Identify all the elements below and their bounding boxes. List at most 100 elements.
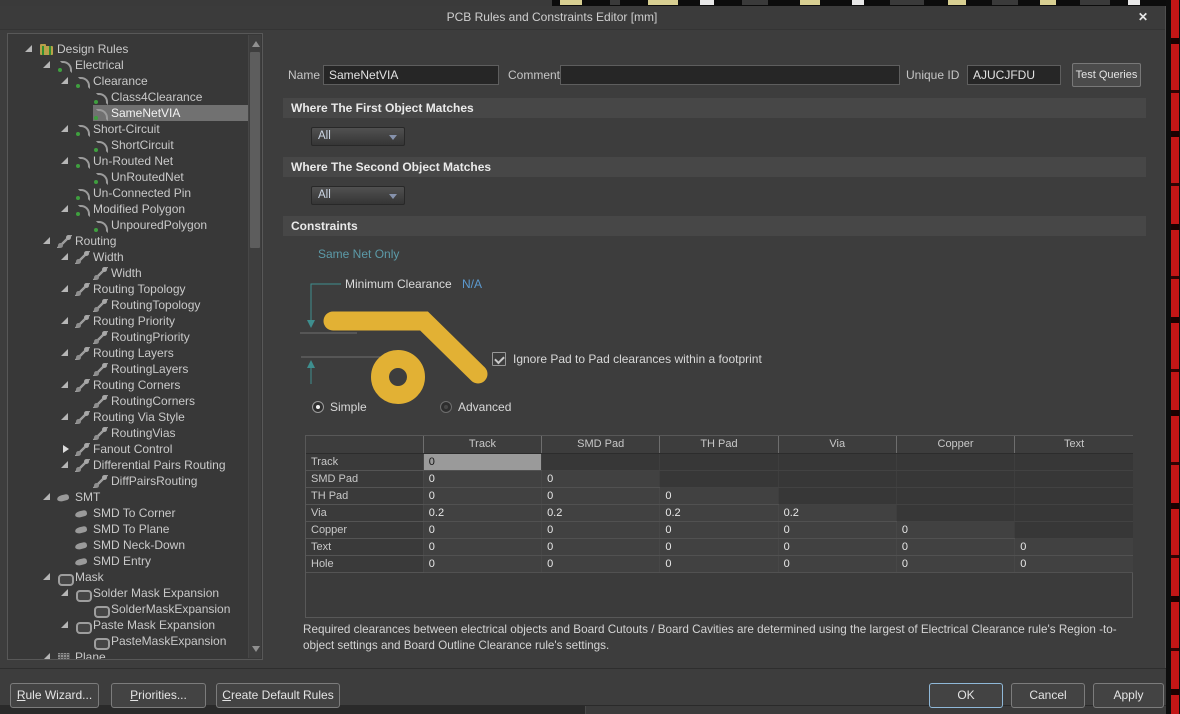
ignore-pad-checkbox[interactable] — [492, 352, 506, 366]
matrix-cell[interactable]: 0.2 — [660, 504, 778, 521]
tree-item-design-rules[interactable]: Design Rules — [8, 41, 248, 57]
tree-item-short-circuit[interactable]: Short-Circuit — [8, 121, 248, 137]
tree-item-plane[interactable]: Plane — [8, 649, 248, 660]
tree-item-routing-priority[interactable]: Routing Priority — [8, 313, 248, 329]
tree-scrollbar[interactable] — [248, 35, 261, 658]
matrix-cell[interactable]: 0.2 — [423, 504, 541, 521]
cancel-button[interactable]: Cancel — [1011, 683, 1085, 708]
matrix-cell[interactable] — [1015, 470, 1133, 487]
tree-item-width[interactable]: Width — [8, 249, 248, 265]
matrix-cell[interactable]: 0 — [1015, 555, 1133, 572]
tree-item-class4clearance[interactable]: Class4Clearance — [8, 89, 248, 105]
matrix-cell[interactable] — [896, 487, 1014, 504]
matrix-cell[interactable]: 0 — [423, 470, 541, 487]
matrix-cell[interactable] — [896, 453, 1014, 470]
rule-wizard-button[interactable]: Rule Wizard... — [10, 683, 99, 708]
matrix-cell[interactable]: 0 — [778, 521, 896, 538]
comment-input[interactable] — [560, 65, 900, 85]
tree-item-solder-mask-expansion[interactable]: Solder Mask Expansion — [8, 585, 248, 601]
matrix-cell[interactable] — [1015, 504, 1133, 521]
tree-item-routinglayers[interactable]: RoutingLayers — [8, 361, 248, 377]
ok-button[interactable]: OK — [929, 683, 1003, 708]
expander-expanded-icon[interactable] — [40, 569, 57, 585]
tree-item-routing-corners[interactable]: Routing Corners — [8, 377, 248, 393]
matrix-cell[interactable]: 0 — [896, 555, 1014, 572]
title-bar[interactable]: PCB Rules and Constraints Editor [mm] ✕ — [0, 6, 1165, 30]
create-default-rules-button[interactable]: Create Default Rules — [216, 683, 340, 708]
matrix-cell[interactable]: 0 — [423, 538, 541, 555]
matrix-cell[interactable] — [660, 470, 778, 487]
matrix-cell[interactable]: 0 — [660, 538, 778, 555]
tree-item-diffpairsrouting[interactable]: DiffPairsRouting — [8, 473, 248, 489]
tree-item-unroutednet[interactable]: UnRoutedNet — [8, 169, 248, 185]
expander-expanded-icon[interactable] — [58, 73, 75, 89]
matrix-cell[interactable]: 0 — [778, 538, 896, 555]
tree-item-routingcorners[interactable]: RoutingCorners — [8, 393, 248, 409]
matrix-cell[interactable]: 0 — [542, 487, 660, 504]
test-queries-button[interactable]: Test Queries — [1072, 63, 1141, 87]
tree-item-modified-polygon[interactable]: Modified Polygon — [8, 201, 248, 217]
matrix-cell[interactable]: 0 — [423, 487, 541, 504]
matrix-cell[interactable]: 0 — [542, 555, 660, 572]
expander-expanded-icon[interactable] — [58, 409, 75, 425]
expander-expanded-icon[interactable] — [58, 617, 75, 633]
expander-expanded-icon[interactable] — [58, 249, 75, 265]
tree-item-shortcircuit[interactable]: ShortCircuit — [8, 137, 248, 153]
matrix-cell[interactable]: 0 — [660, 521, 778, 538]
matrix-cell[interactable]: 0 — [542, 470, 660, 487]
scrollbar-thumb[interactable] — [250, 52, 260, 248]
expander-expanded-icon[interactable] — [58, 585, 75, 601]
matrix-cell[interactable]: 0 — [1015, 538, 1133, 555]
matrix-cell[interactable]: 0 — [423, 555, 541, 572]
scroll-down-icon[interactable] — [252, 646, 260, 652]
tree-item-routingtopology[interactable]: RoutingTopology — [8, 297, 248, 313]
tree-item-routingvias[interactable]: RoutingVias — [8, 425, 248, 441]
matrix-cell[interactable]: 0 — [778, 555, 896, 572]
matrix-cell[interactable]: 0 — [896, 538, 1014, 555]
matrix-cell[interactable]: 0 — [896, 521, 1014, 538]
matrix-cell[interactable]: 0.2 — [542, 504, 660, 521]
priorities-button[interactable]: Priorities... — [111, 683, 206, 708]
matrix-cell[interactable]: 0 — [423, 453, 541, 470]
tree-item-smd-to-corner[interactable]: SMD To Corner — [8, 505, 248, 521]
matrix-cell[interactable]: 0.2 — [778, 504, 896, 521]
tree-item-routingpriority[interactable]: RoutingPriority — [8, 329, 248, 345]
same-net-only-link[interactable]: Same Net Only — [318, 247, 399, 261]
expander-expanded-icon[interactable] — [22, 41, 39, 57]
tree-item-smt[interactable]: SMT — [8, 489, 248, 505]
matrix-cell[interactable] — [542, 453, 660, 470]
matrix-cell[interactable]: 0 — [542, 538, 660, 555]
tree-item-differential-pairs-routing[interactable]: Differential Pairs Routing — [8, 457, 248, 473]
matrix-cell[interactable]: 0 — [660, 487, 778, 504]
tree-item-smd-entry[interactable]: SMD Entry — [8, 553, 248, 569]
expander-collapsed-icon[interactable] — [58, 441, 75, 457]
tree-item-routing-topology[interactable]: Routing Topology — [8, 281, 248, 297]
tree-item-electrical[interactable]: Electrical — [8, 57, 248, 73]
first-object-dropdown[interactable]: All — [311, 127, 405, 146]
matrix-cell[interactable] — [1015, 521, 1133, 538]
tree-item-smd-to-plane[interactable]: SMD To Plane — [8, 521, 248, 537]
expander-expanded-icon[interactable] — [58, 313, 75, 329]
apply-button[interactable]: Apply — [1093, 683, 1164, 708]
close-icon[interactable]: ✕ — [1135, 9, 1151, 25]
expander-expanded-icon[interactable] — [40, 57, 57, 73]
name-input[interactable]: SameNetVIA — [323, 65, 499, 85]
expander-expanded-icon[interactable] — [40, 649, 57, 660]
expander-expanded-icon[interactable] — [58, 281, 75, 297]
tree-item-un-routed-net[interactable]: Un-Routed Net — [8, 153, 248, 169]
expander-expanded-icon[interactable] — [58, 121, 75, 137]
tree-item-clearance[interactable]: Clearance — [8, 73, 248, 89]
tree-item-routing-via-style[interactable]: Routing Via Style — [8, 409, 248, 425]
matrix-cell[interactable] — [896, 470, 1014, 487]
second-object-dropdown[interactable]: All — [311, 186, 405, 205]
tree-item-fanout-control[interactable]: Fanout Control — [8, 441, 248, 457]
matrix-cell[interactable] — [1015, 487, 1133, 504]
tree-item-routing[interactable]: Routing — [8, 233, 248, 249]
simple-radio[interactable] — [312, 401, 324, 413]
matrix-cell[interactable] — [778, 453, 896, 470]
tree-item-mask[interactable]: Mask — [8, 569, 248, 585]
tree-item-unpouredpolygon[interactable]: UnpouredPolygon — [8, 217, 248, 233]
unique-id-input[interactable]: AJUCJFDU — [967, 65, 1061, 85]
matrix-cell[interactable]: 0 — [423, 521, 541, 538]
tree-item-smd-neck-down[interactable]: SMD Neck-Down — [8, 537, 248, 553]
